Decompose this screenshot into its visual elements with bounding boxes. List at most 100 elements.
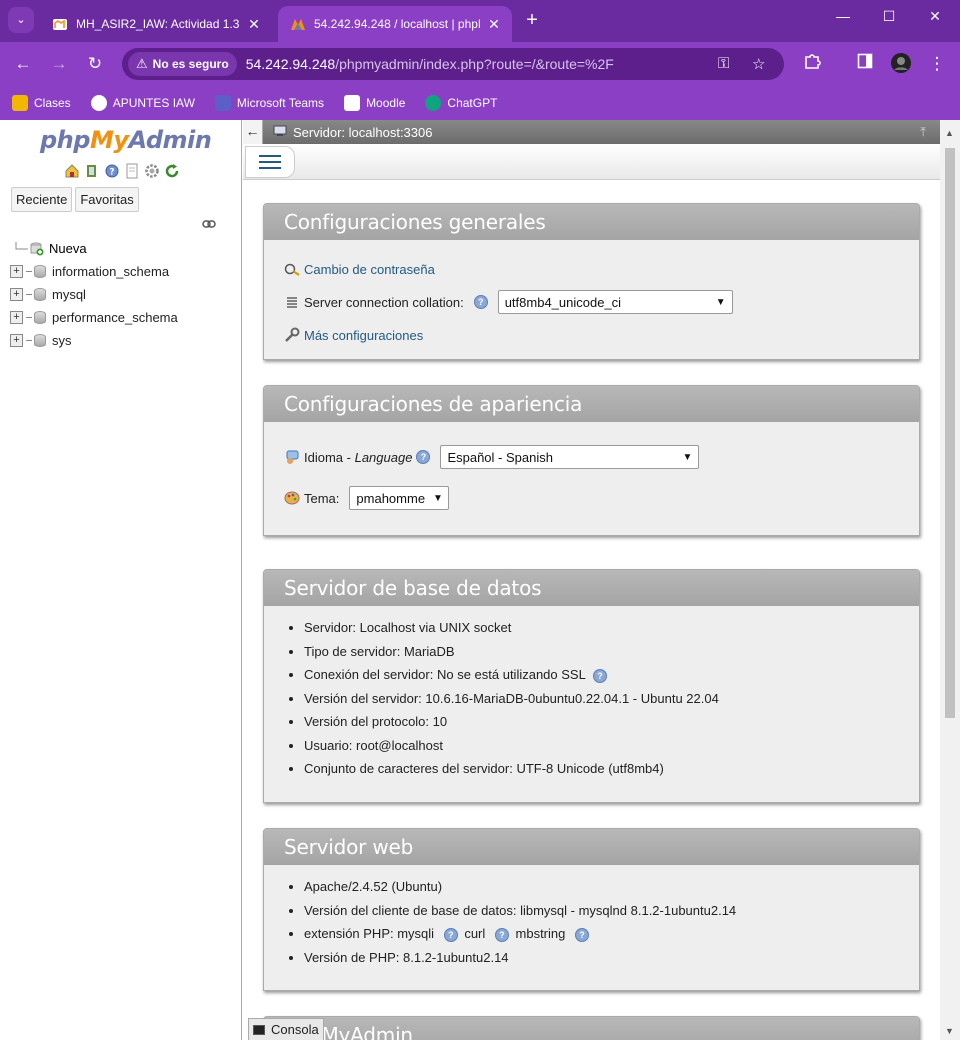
curl-help-icon[interactable]: ? xyxy=(494,927,509,942)
teams-icon xyxy=(214,95,231,111)
php-extension-label: extensión PHP: mysqli xyxy=(304,926,435,941)
language-icon xyxy=(284,449,300,465)
side-panel-icon[interactable] xyxy=(853,52,877,76)
expand-icon[interactable]: + xyxy=(10,334,23,347)
hamburger-menu-icon[interactable] xyxy=(245,146,295,178)
recent-tab[interactable]: Reciente xyxy=(11,187,73,212)
collation-select[interactable]: utf8mb4_unicode_ci ▼ xyxy=(497,290,733,314)
scroll-down-icon[interactable]: ▼ xyxy=(945,1026,954,1036)
tree-item-information-schema[interactable]: + information_schema xyxy=(10,260,178,283)
main-scrollbar[interactable]: ▲ ▼ xyxy=(940,120,960,1040)
url-text[interactable]: 54.242.94.248/phpmyadmin/index.php?route… xyxy=(246,56,614,72)
tree-connector xyxy=(26,340,32,341)
language-select[interactable]: Español - Spanish ▼ xyxy=(440,445,700,469)
mysqli-help-icon[interactable]: ? xyxy=(443,927,458,942)
list-item: Servidor: Localhost via UNIX socket xyxy=(304,616,899,640)
bookmark-clases[interactable]: Clases xyxy=(12,95,71,111)
close-tab-icon[interactable]: ✕ xyxy=(486,16,502,33)
bookmark-star-icon[interactable]: ☆ xyxy=(752,55,765,73)
expand-icon[interactable]: + xyxy=(10,288,23,301)
logout-icon[interactable] xyxy=(84,163,100,179)
tree-item-new[interactable]: Nueva xyxy=(10,237,178,260)
bookmark-microsoft-teams[interactable]: Microsoft Teams xyxy=(214,95,324,111)
server-title[interactable]: Servidor: localhost:3306 xyxy=(293,125,432,140)
url-path: /phpmyadmin/index.php?route=/&route=%2F xyxy=(335,56,614,72)
address-bar[interactable]: ⚠ No es seguro 54.242.94.248/phpmyadmin/… xyxy=(122,48,784,80)
collation-row: Server connection collation: ? utf8mb4_u… xyxy=(284,289,899,315)
console-toggle[interactable]: Consola xyxy=(248,1018,324,1040)
panel-title: phpMyAdmin xyxy=(264,1017,919,1040)
documentation-icon[interactable] xyxy=(124,163,140,179)
theme-select[interactable]: pmahomme ▼ xyxy=(349,486,450,510)
tree-item-performance-schema[interactable]: + performance_schema xyxy=(10,306,178,329)
browser-tab-phpmyadmin[interactable]: 54.242.94.248 / localhost | phpM ✕ xyxy=(278,6,512,42)
security-label: No es seguro xyxy=(152,57,229,71)
database-server-info-list: Servidor: Localhost via UNIX socket Tipo… xyxy=(284,616,899,781)
reload-icon[interactable]: ↻ xyxy=(83,52,107,76)
tab-title: MH_ASIR2_IAW: Actividad 1.3 S xyxy=(76,17,240,31)
close-tab-icon[interactable]: ✕ xyxy=(246,16,262,33)
close-window-icon[interactable]: ✕ xyxy=(912,8,958,25)
link-with-main-panel-icon[interactable] xyxy=(202,218,216,232)
tab-search-dropdown[interactable]: ⌄ xyxy=(8,7,34,33)
reload-navigation-icon[interactable] xyxy=(164,163,180,179)
appearance-settings-panel: Configuraciones de apariencia Idioma - L… xyxy=(263,385,920,536)
bookmark-label: APUNTES IAW xyxy=(112,96,195,110)
collapse-sidebar-arrow-icon[interactable]: ← xyxy=(243,120,263,144)
minimize-window-icon[interactable]: — xyxy=(820,8,866,24)
new-tab-button[interactable]: + xyxy=(520,9,544,33)
help-icon[interactable]: ? xyxy=(104,163,120,179)
panel-title: Configuraciones de apariencia xyxy=(264,386,919,422)
bookmark-moodle[interactable]: Moodle xyxy=(344,95,405,111)
language-label-english: Language xyxy=(354,449,413,465)
bookmark-label: ChatGPT xyxy=(447,96,498,110)
expand-icon[interactable]: + xyxy=(10,265,23,278)
back-arrow-icon[interactable]: ← xyxy=(11,52,35,76)
profile-avatar-icon[interactable] xyxy=(889,52,913,76)
collation-help-icon[interactable]: ? xyxy=(473,295,488,309)
tab-title: 54.242.94.248 / localhost | phpM xyxy=(314,17,480,31)
database-icon xyxy=(34,288,46,301)
language-help-icon[interactable]: ? xyxy=(416,450,431,464)
maximize-window-icon[interactable]: ☐ xyxy=(866,8,912,25)
browser-menu-icon[interactable]: ⋮ xyxy=(925,52,949,76)
general-settings-panel: Configuraciones generales Cambio de cont… xyxy=(263,203,920,360)
moodle-icon xyxy=(344,95,361,111)
palette-icon xyxy=(284,490,300,506)
tree-item-mysql[interactable]: + mysql xyxy=(10,283,178,306)
browser-tab-strip: ⌄ MH_ASIR2_IAW: Actividad 1.3 S ✕ 54.242… xyxy=(0,0,960,42)
scroll-up-icon[interactable]: ▲ xyxy=(945,128,954,138)
theme-row: Tema: pmahomme ▼ xyxy=(284,485,899,511)
favorites-tab[interactable]: Favoritas xyxy=(75,187,139,212)
change-password-link[interactable]: Cambio de contraseña xyxy=(304,262,435,277)
list-item: Conexión del servidor: No se está utiliz… xyxy=(304,663,899,687)
phpmyadmin-logo[interactable]: phpMyAdmin xyxy=(40,126,212,154)
mbstring-help-icon[interactable]: ? xyxy=(575,927,589,942)
home-icon[interactable] xyxy=(64,163,80,179)
list-item: Versión del servidor: 10.6.16-MariaDB-0u… xyxy=(304,687,899,711)
scrollbar-thumb[interactable] xyxy=(945,148,955,718)
ssl-help-icon[interactable]: ? xyxy=(592,668,607,683)
browser-tab-moodle[interactable]: MH_ASIR2_IAW: Actividad 1.3 S ✕ xyxy=(40,6,272,42)
bookmark-chatgpt[interactable]: ChatGPT xyxy=(425,95,497,111)
chevron-down-icon: ▼ xyxy=(715,296,726,308)
tree-connector xyxy=(26,294,32,295)
list-item: extensión PHP: mysqli ? curl ? mbstring … xyxy=(304,922,899,946)
more-settings-link[interactable]: Más configuraciones xyxy=(304,328,423,343)
tree-connector xyxy=(26,317,32,318)
logo-my: My xyxy=(89,126,129,154)
tree-item-sys[interactable]: + sys xyxy=(10,329,178,352)
theme-value: pmahomme xyxy=(356,490,426,506)
tree-branch-icon xyxy=(15,241,28,249)
ssl-status-text: Conexión del servidor: No se está utiliz… xyxy=(304,667,586,682)
extensions-puzzle-icon[interactable] xyxy=(800,52,824,76)
settings-gear-icon[interactable] xyxy=(144,163,160,179)
password-key-icon[interactable]: ⚿ xyxy=(718,55,729,72)
bookmarks-bar: Clases APUNTES IAW Microsoft Teams Moodl… xyxy=(0,86,960,120)
forward-arrow-icon[interactable]: → xyxy=(47,52,71,76)
security-indicator[interactable]: ⚠ No es seguro xyxy=(128,52,237,76)
expand-icon[interactable]: + xyxy=(10,311,23,324)
globe-icon xyxy=(90,95,107,111)
bookmark-apuntes-iaw[interactable]: APUNTES IAW xyxy=(90,95,195,111)
collapse-top-menu-icon[interactable]: ⤒ xyxy=(920,124,926,140)
